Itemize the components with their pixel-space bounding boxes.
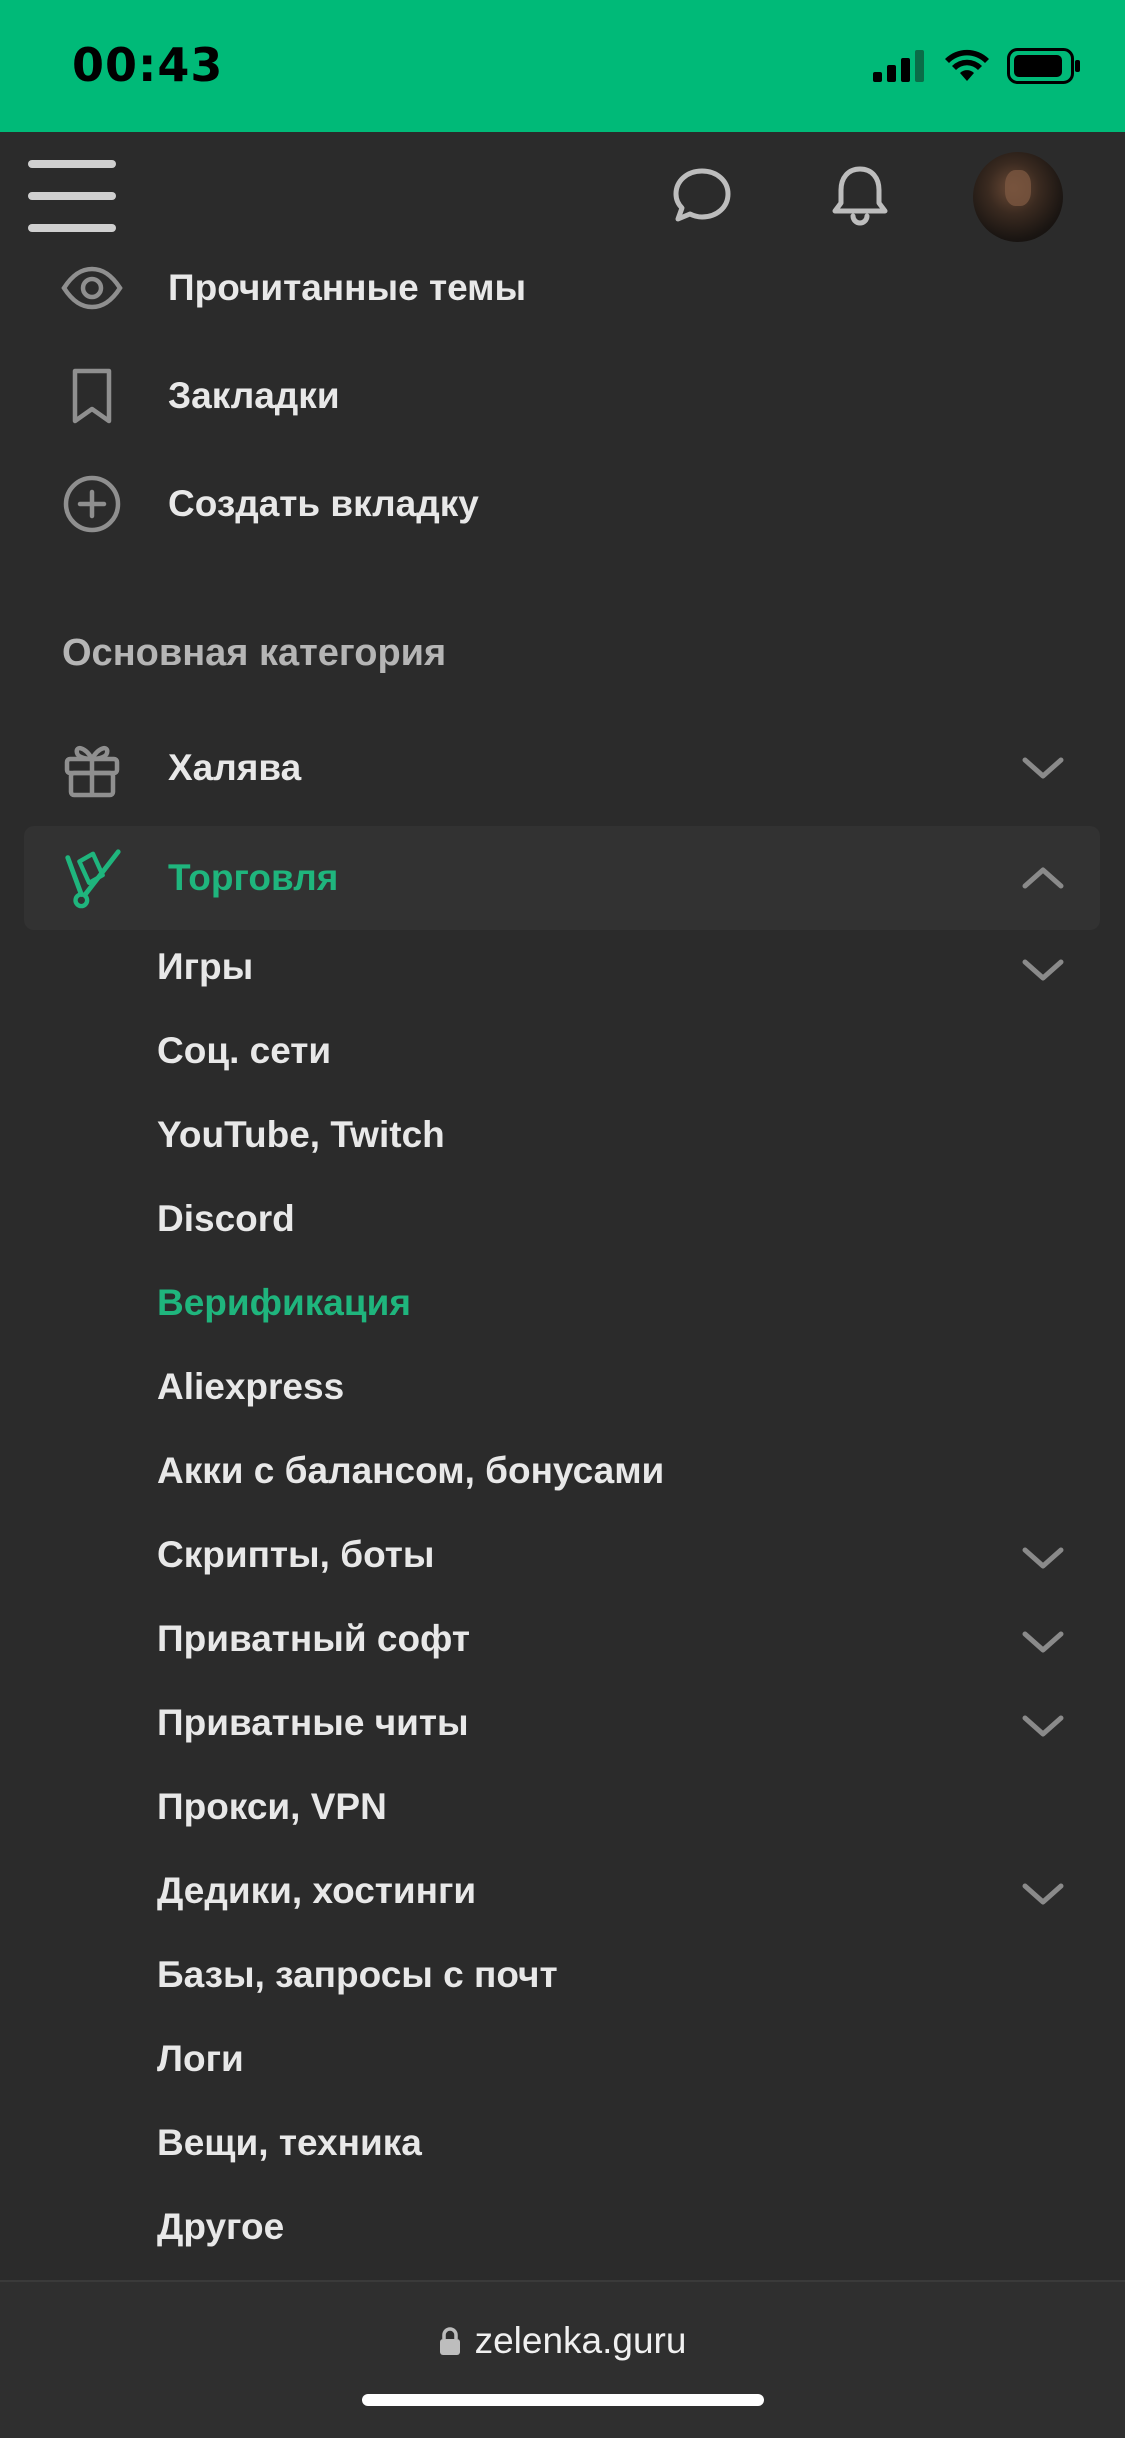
subcategory-item[interactable]: Discord: [0, 1180, 1125, 1264]
subcategory-item[interactable]: YouTube, Twitch: [0, 1096, 1125, 1180]
menu-item-read-threads[interactable]: Прочитанные темы: [0, 238, 1125, 338]
avatar[interactable]: [973, 152, 1063, 242]
status-time: 00:43: [72, 38, 224, 92]
browser-address-bar[interactable]: zelenka.guru: [0, 2280, 1125, 2438]
subcategory-item[interactable]: Базы, запросы с почт: [0, 1936, 1125, 2020]
battery-icon: [1007, 48, 1080, 84]
subcategory-label: Игры: [157, 946, 254, 987]
subcategory-label: Прокси, VPN: [157, 1786, 387, 1827]
status-bar: 00:43: [0, 0, 1125, 132]
subcategory-item[interactable]: Игры: [0, 928, 1125, 1012]
subcategory-label: Вещи, техника: [157, 2122, 422, 2163]
bell-icon[interactable]: [824, 160, 896, 232]
category-label: Торговля: [168, 857, 339, 898]
chat-icon[interactable]: [666, 160, 738, 232]
menu-icon[interactable]: [28, 160, 116, 232]
chevron-down-icon[interactable]: [1021, 1872, 1065, 1916]
chevron-down-icon[interactable]: [1021, 1536, 1065, 1580]
menu-item-bookmarks[interactable]: Закладки: [0, 346, 1125, 446]
subcategory-item[interactable]: Соц. сети: [0, 1012, 1125, 1096]
subcategory-item[interactable]: Вещи, техника: [0, 2104, 1125, 2188]
subcategory-item[interactable]: Другое: [0, 2188, 1125, 2272]
chevron-down-icon[interactable]: [1021, 1620, 1065, 1664]
subcategory-label: Дедики, хостинги: [157, 1870, 477, 1911]
subcategory-label: Приватный софт: [157, 1618, 471, 1659]
subcategory-label: Aliexpress: [157, 1366, 345, 1407]
subcategory-label: Верификация: [157, 1282, 411, 1323]
subcategory-label: Discord: [157, 1198, 295, 1239]
category-label: Халява: [168, 747, 302, 788]
bookmark-icon: [60, 364, 124, 428]
category-trade[interactable]: Торговля: [0, 828, 1125, 928]
url-display[interactable]: zelenka.guru: [0, 2320, 1125, 2362]
subcategory-label: Базы, запросы с почт: [157, 1954, 558, 1995]
subcategory-label: Скрипты, боты: [157, 1534, 435, 1575]
subcategory-item[interactable]: Приватные читы: [0, 1684, 1125, 1768]
subcategory-item[interactable]: Дедики, хостинги: [0, 1852, 1125, 1936]
lock-icon: [439, 2327, 460, 2355]
subcategory-label: Акки с балансом, бонусами: [157, 1450, 665, 1491]
home-indicator: [362, 2394, 764, 2406]
menu-item-label: Создать вкладку: [168, 483, 479, 524]
subcategory-label: Логи: [157, 2038, 244, 2079]
trade-icon: [60, 846, 124, 910]
subcategory-label: Соц. сети: [157, 1030, 332, 1071]
menu-item-label: Прочитанные темы: [168, 267, 527, 308]
url-text: zelenka.guru: [474, 2320, 687, 2361]
subcategory-item[interactable]: Верификация: [0, 1264, 1125, 1348]
subcategory-item[interactable]: Акки с балансом, бонусами: [0, 1432, 1125, 1516]
plus-circle-icon: [60, 472, 124, 536]
status-icons: [873, 48, 1081, 84]
menu-item-create-tab[interactable]: Создать вкладку: [0, 454, 1125, 554]
subcategory-label: Приватные читы: [157, 1702, 469, 1743]
menu-item-label: Закладки: [168, 375, 340, 416]
chevron-down-icon[interactable]: [1021, 1704, 1065, 1748]
chevron-down-icon[interactable]: [1021, 746, 1065, 790]
signal-icon: [873, 50, 924, 82]
subcategory-item[interactable]: Скрипты, боты: [0, 1516, 1125, 1600]
eye-icon: [60, 256, 124, 320]
subcategory-item[interactable]: Логи: [0, 2020, 1125, 2104]
wifi-icon: [945, 49, 989, 81]
section-title: Основная категория: [62, 632, 447, 674]
chevron-down-icon[interactable]: [1021, 948, 1065, 992]
subcategory-label: YouTube, Twitch: [157, 1114, 445, 1155]
subcategory-item[interactable]: Приватный софт: [0, 1600, 1125, 1684]
category-freebies[interactable]: Халява: [0, 718, 1125, 818]
chevron-up-icon[interactable]: [1021, 856, 1065, 900]
gift-icon: [60, 736, 124, 800]
subcategory-label: Другое: [157, 2206, 285, 2247]
subcategory-item[interactable]: Aliexpress: [0, 1348, 1125, 1432]
subcategory-item[interactable]: Прокси, VPN: [0, 1768, 1125, 1852]
